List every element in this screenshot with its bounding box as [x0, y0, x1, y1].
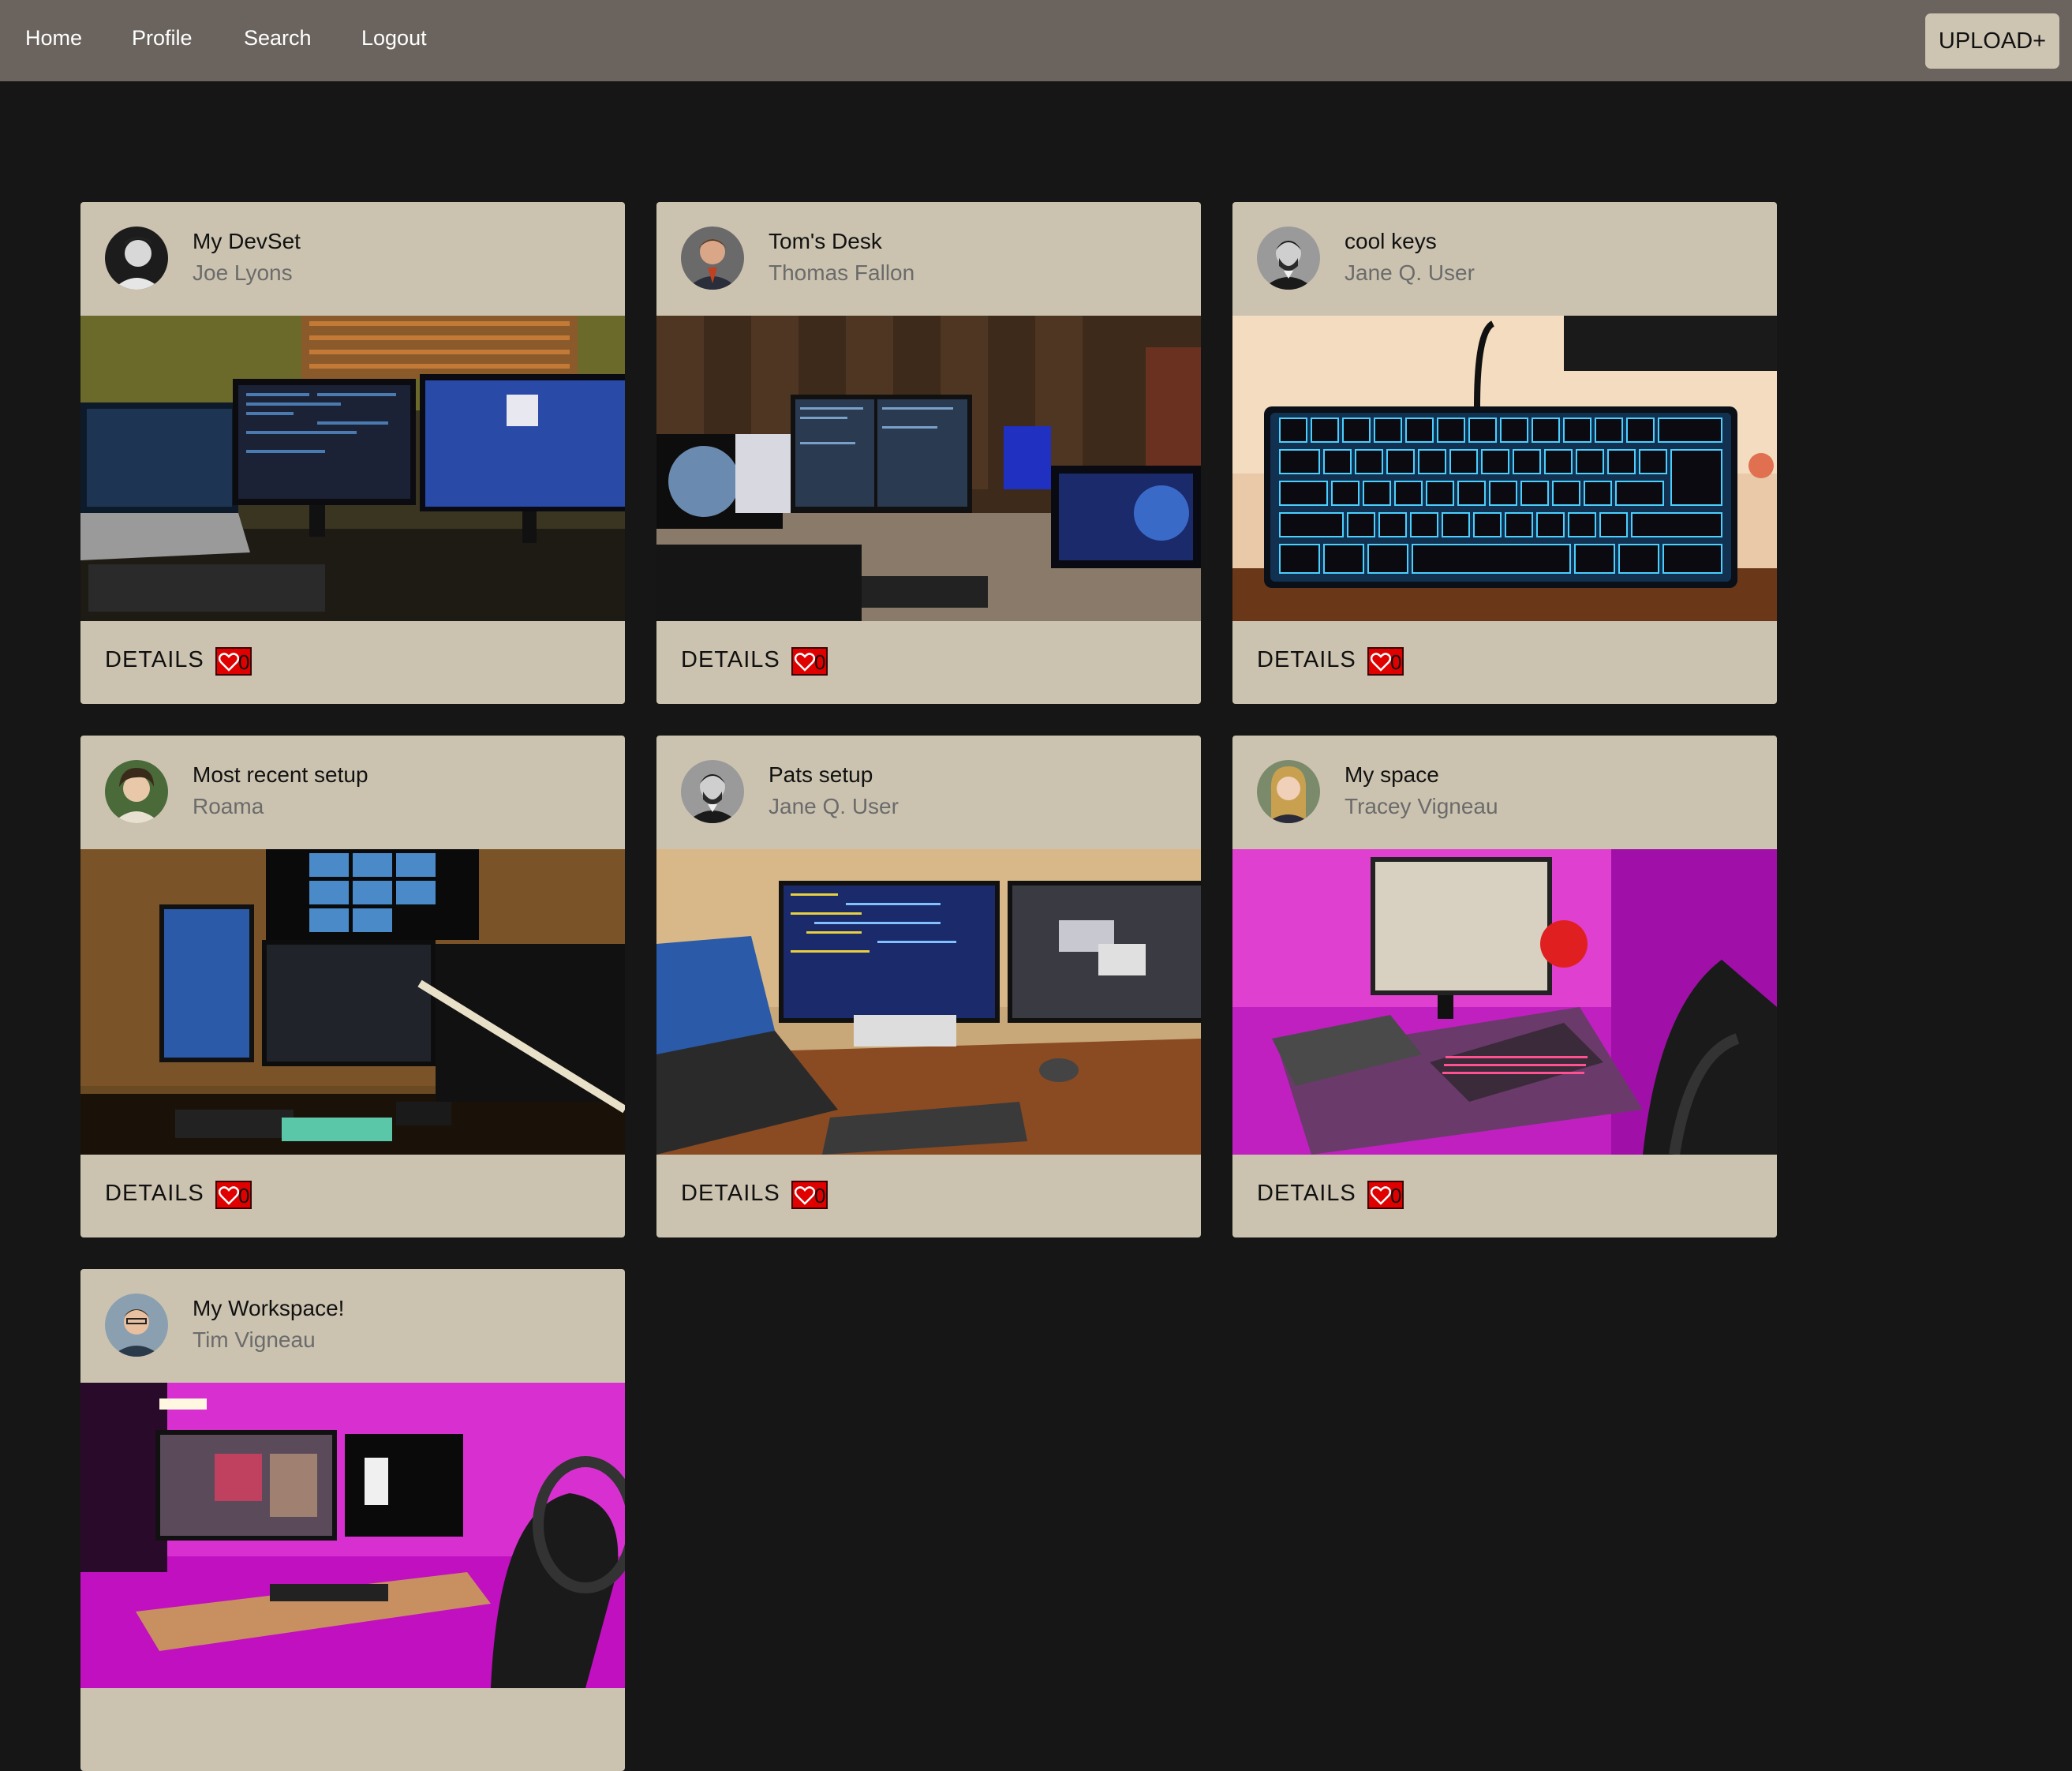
like-count: 0: [238, 1184, 250, 1208]
like-count: 0: [238, 650, 250, 674]
card-header: My space Tracey Vigneau: [1232, 736, 1777, 849]
setup-photo[interactable]: [80, 1383, 625, 1688]
card-footer: DETAILS 0: [1232, 621, 1777, 704]
details-button[interactable]: DETAILS: [1257, 1181, 1356, 1207]
setup-card: My DevSet Joe Lyons DETAILS 0: [80, 202, 625, 704]
setup-photo[interactable]: [656, 316, 1201, 621]
card-title: Pats setup: [769, 762, 873, 787]
like-count: 0: [1390, 1184, 1402, 1208]
details-button[interactable]: DETAILS: [681, 1181, 780, 1207]
like-button[interactable]: 0: [215, 647, 252, 676]
card-title: Tom's Desk: [769, 229, 882, 253]
like-button[interactable]: 0: [1367, 1181, 1404, 1209]
heart-icon: [219, 653, 239, 672]
heart-icon: [795, 653, 815, 672]
card-title: My Workspace!: [193, 1296, 345, 1320]
setup-photo[interactable]: [1232, 849, 1777, 1155]
heart-icon: [1371, 653, 1391, 672]
like-button[interactable]: 0: [791, 647, 828, 676]
card-footer: DETAILS 0: [80, 621, 625, 704]
setup-card: Most recent setup Roama DETAILS 0: [80, 736, 625, 1237]
card-header: Pats setup Jane Q. User: [656, 736, 1201, 849]
details-button[interactable]: DETAILS: [1257, 647, 1356, 673]
card-title: My DevSet: [193, 229, 301, 253]
setup-card: Tom's Desk Thomas Fallon DETAILS 0: [656, 202, 1201, 704]
card-author[interactable]: Joe Lyons: [193, 260, 293, 286]
avatar[interactable]: [681, 760, 744, 823]
nav-home-link[interactable]: Home: [25, 22, 82, 54]
navbar: Home Profile Search Logout UPLOAD+: [0, 0, 2072, 81]
setup-card: cool keys Jane Q. User DETAILS 0: [1232, 202, 1777, 704]
card-title: My space: [1345, 762, 1439, 787]
avatar[interactable]: [105, 1294, 168, 1357]
card-author[interactable]: Thomas Fallon: [769, 260, 914, 286]
card-title: Most recent setup: [193, 762, 368, 787]
nav-profile-link[interactable]: Profile: [132, 22, 193, 54]
card-footer: DETAILS 0: [656, 1155, 1201, 1237]
details-button[interactable]: DETAILS: [681, 647, 780, 673]
setup-card: My space Tracey Vigneau DETAILS 0: [1232, 736, 1777, 1237]
card-header: My DevSet Joe Lyons: [80, 202, 625, 316]
card-author[interactable]: Tracey Vigneau: [1345, 794, 1498, 819]
avatar[interactable]: [1257, 760, 1320, 823]
heart-icon: [219, 1186, 239, 1205]
like-button[interactable]: 0: [215, 1181, 252, 1209]
like-count: 0: [814, 650, 826, 674]
card-header: Tom's Desk Thomas Fallon: [656, 202, 1201, 316]
card-footer: DETAILS 0: [80, 1155, 625, 1237]
card-header: Most recent setup Roama: [80, 736, 625, 849]
card-author[interactable]: Jane Q. User: [1345, 260, 1475, 286]
avatar[interactable]: [105, 760, 168, 823]
like-count: 0: [1390, 650, 1402, 674]
card-title: cool keys: [1345, 229, 1437, 253]
setup-photo[interactable]: [656, 849, 1201, 1155]
like-button[interactable]: 0: [1367, 647, 1404, 676]
setup-card: Pats setup Jane Q. User DETAILS 0: [656, 736, 1201, 1237]
upload-button[interactable]: UPLOAD+: [1925, 13, 2059, 69]
heart-icon: [1371, 1186, 1391, 1205]
like-count: 0: [814, 1184, 826, 1208]
card-header: My Workspace! Tim Vigneau: [80, 1269, 625, 1383]
setup-card: My Workspace! Tim Vigneau: [80, 1269, 625, 1771]
avatar[interactable]: [1257, 227, 1320, 290]
nav-logout-link[interactable]: Logout: [361, 22, 427, 54]
card-footer: DETAILS 0: [1232, 1155, 1777, 1237]
card-header: cool keys Jane Q. User: [1232, 202, 1777, 316]
nav-search-link[interactable]: Search: [244, 22, 312, 54]
setup-photo[interactable]: [80, 849, 625, 1155]
heart-icon: [795, 1186, 815, 1205]
setup-photo[interactable]: [1232, 316, 1777, 621]
card-footer: DETAILS 0: [656, 621, 1201, 704]
avatar[interactable]: [105, 227, 168, 290]
card-author[interactable]: Roama: [193, 794, 264, 819]
card-author[interactable]: Jane Q. User: [769, 794, 899, 819]
card-author[interactable]: Tim Vigneau: [193, 1327, 316, 1353]
avatar[interactable]: [681, 227, 744, 290]
setup-photo[interactable]: [80, 316, 625, 621]
details-button[interactable]: DETAILS: [105, 647, 204, 673]
like-button[interactable]: 0: [791, 1181, 828, 1209]
details-button[interactable]: DETAILS: [105, 1181, 204, 1207]
